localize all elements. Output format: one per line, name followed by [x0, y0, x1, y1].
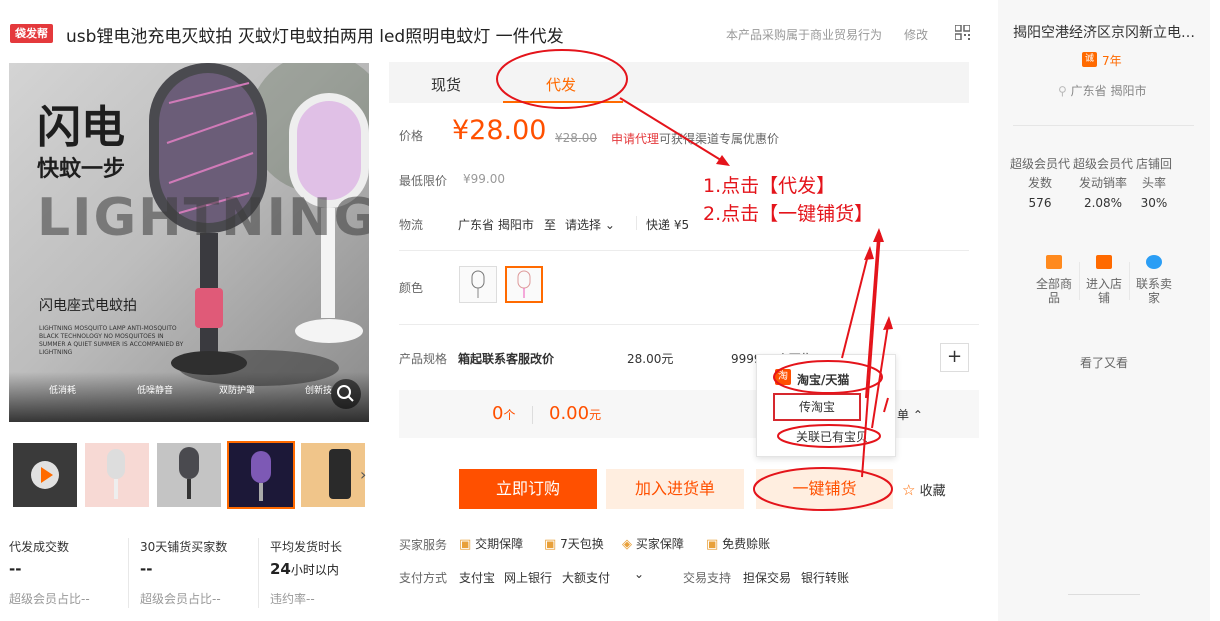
annotation-step1: 1.点击【代发】: [703, 175, 836, 197]
box-icon: [1046, 255, 1062, 269]
enter-shop-link[interactable]: 进入店铺: [1084, 255, 1124, 305]
chat-icon: [1146, 255, 1162, 269]
annotation-step2: 2.点击【一键铺货】: [703, 203, 874, 225]
shop-name[interactable]: 揭阳空港经济区京冈新立电子...: [1013, 22, 1197, 42]
location-pin-icon: ⚲: [1058, 84, 1067, 98]
sidebar-stat-value-3: 30%: [1140, 196, 1168, 210]
shop-icon: [1096, 255, 1112, 269]
sidebar-stat-value-1: 576: [1028, 196, 1052, 210]
shop-location: ⚲ 广东省 揭阳市: [1058, 84, 1147, 98]
sidebar-stat-value-2: 2.08%: [1083, 196, 1123, 210]
sidebar-stat-label-1: 超级会员代发数: [1009, 157, 1070, 190]
see-also-title: 看了又看: [1080, 356, 1129, 370]
contact-seller-link[interactable]: 联系卖家: [1134, 255, 1174, 305]
all-products-link[interactable]: 全部商品: [1034, 255, 1074, 305]
membership-years-icon: 诚: [1082, 52, 1097, 67]
membership-years: 7年: [1102, 54, 1122, 68]
sidebar-stat-label-3: 店铺回头率: [1136, 157, 1173, 190]
annotation-overlay: [496, 49, 893, 511]
sidebar-stat-label-2: 超级会员代发动销率: [1072, 157, 1133, 190]
